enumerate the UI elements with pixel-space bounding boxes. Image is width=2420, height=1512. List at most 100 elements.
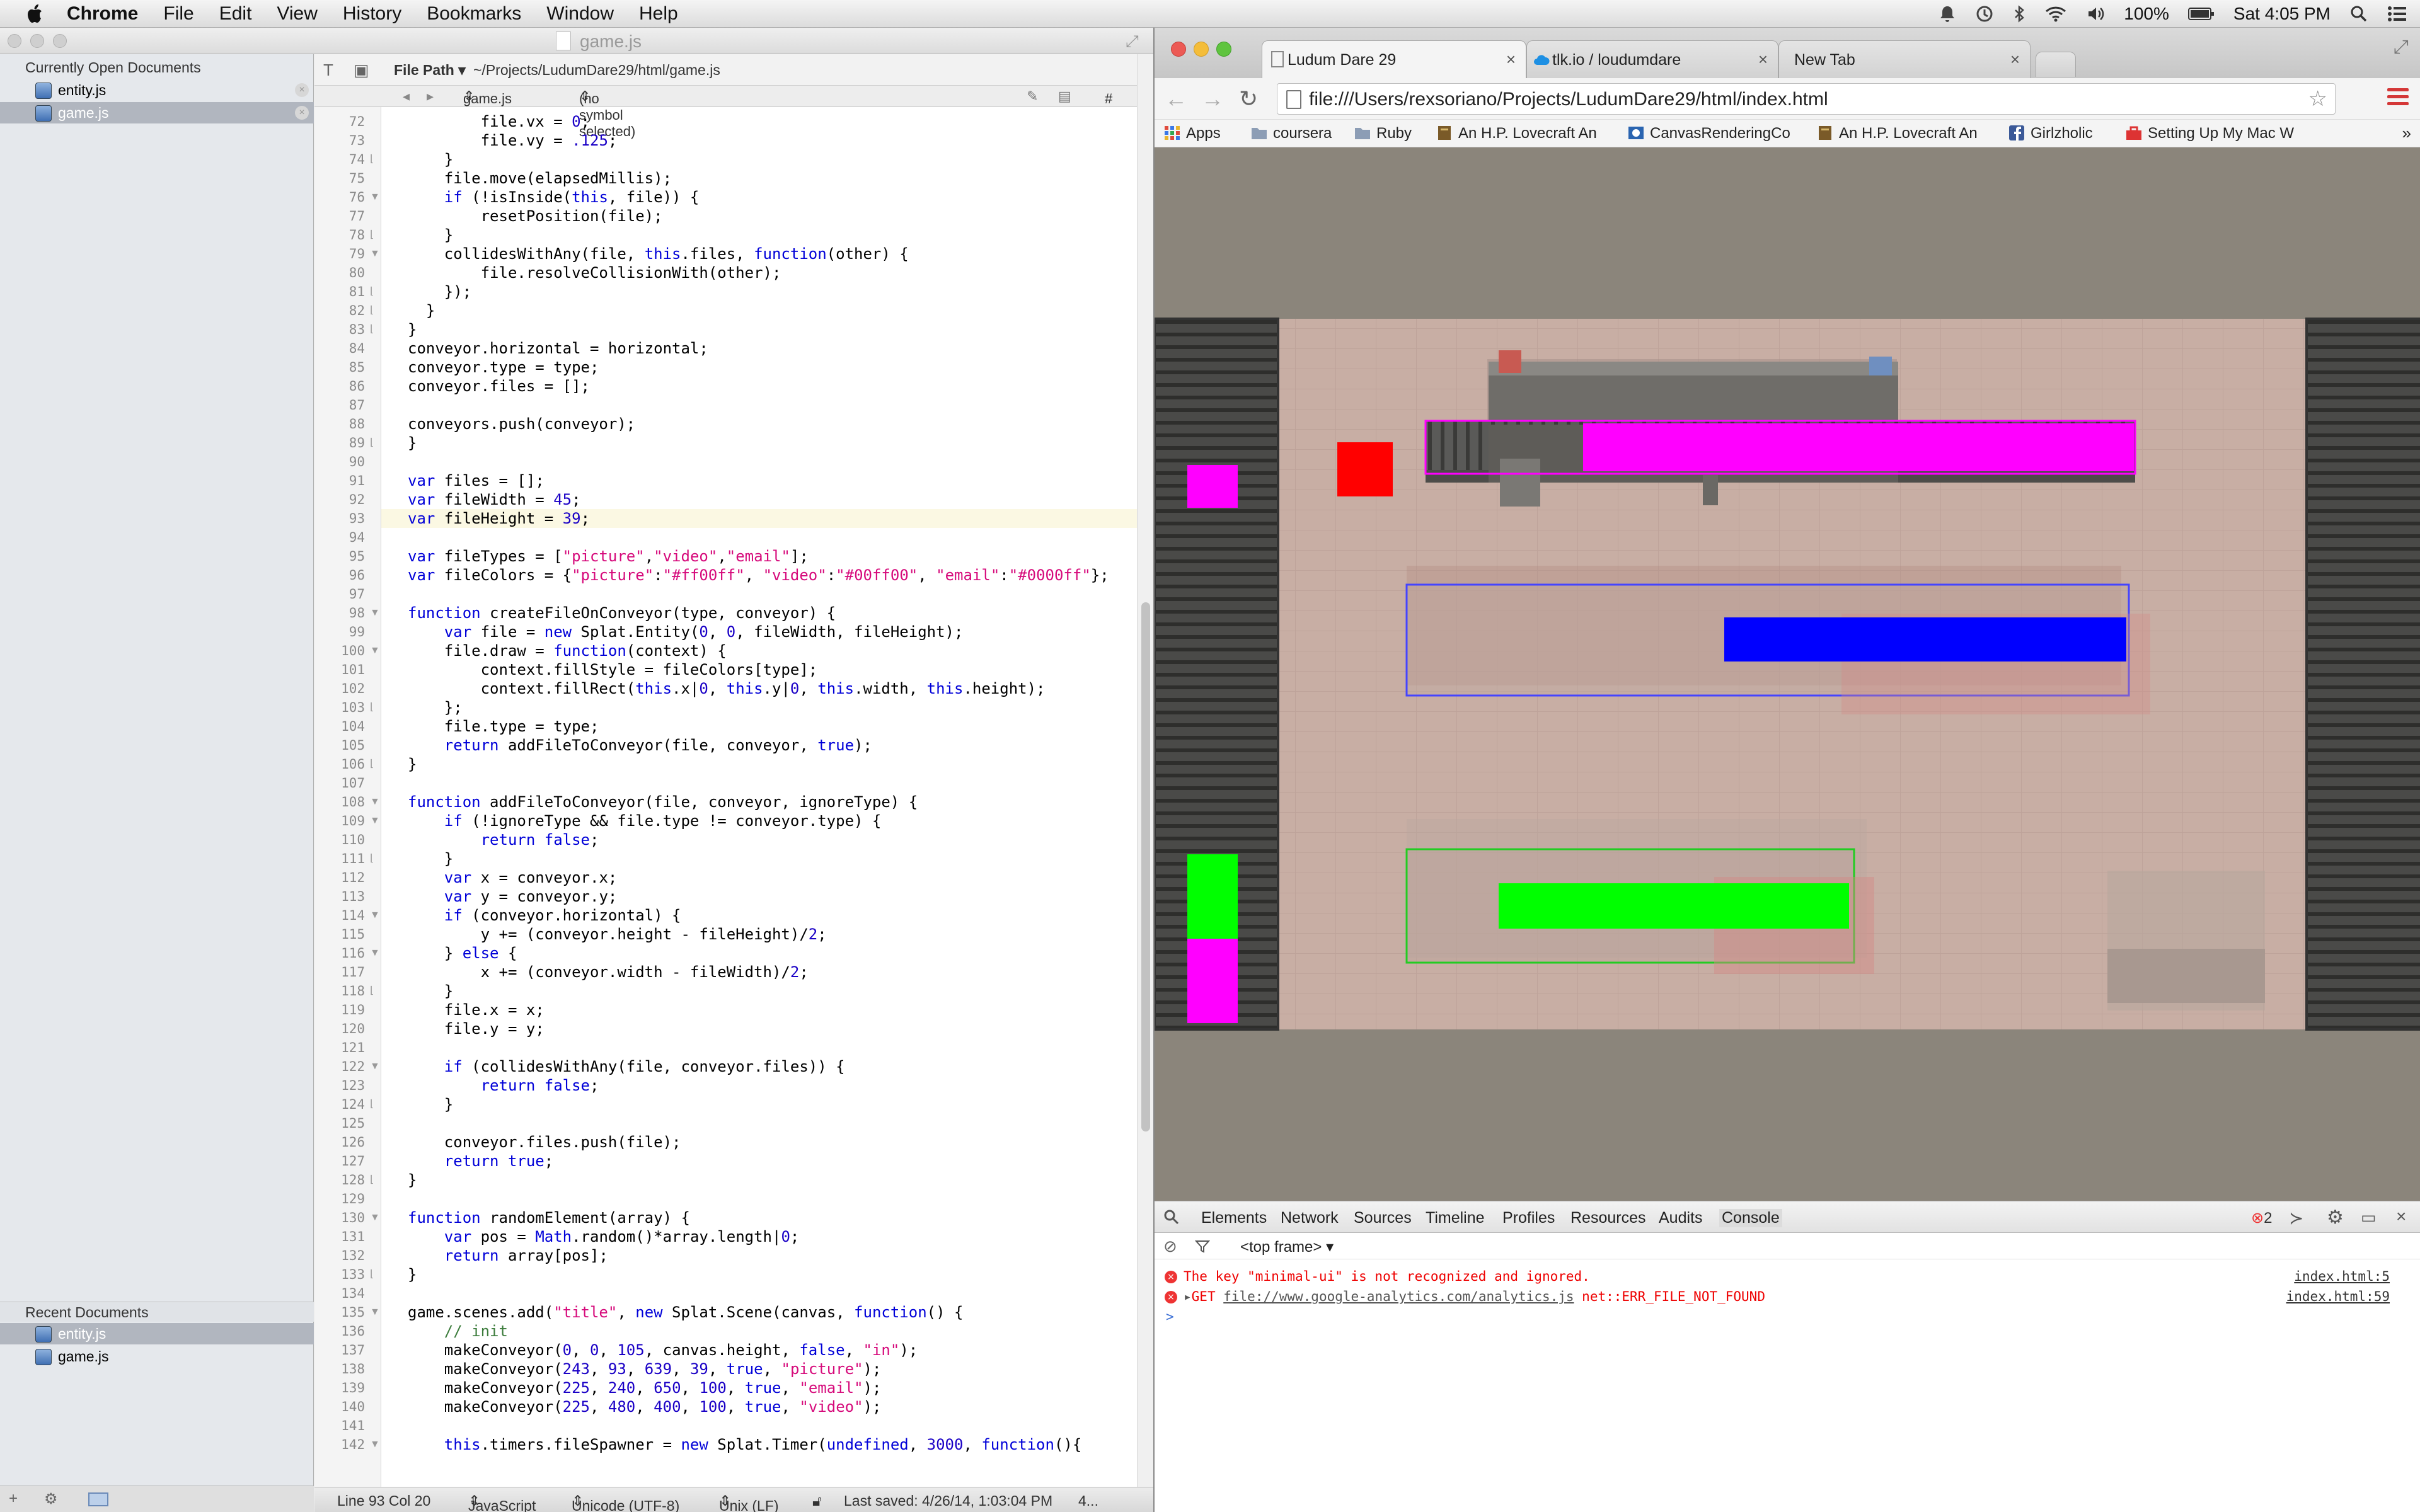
reload-icon[interactable]: ↻ (1239, 86, 1258, 112)
search-icon[interactable] (1163, 1209, 1180, 1225)
frame-selector[interactable]: <top frame> ▾ (1240, 1238, 1334, 1256)
code-line[interactable] (381, 1284, 1137, 1303)
symbol-menu-popup[interactable]: (no symbol selected) ⇕ (579, 88, 635, 139)
devtools-tab-timeline[interactable]: Timeline (1426, 1209, 1485, 1227)
fold-marker-icon[interactable]: ⌊ (370, 226, 379, 244)
code-line[interactable]: function randomElement(array) { (381, 1208, 1137, 1227)
code-line[interactable]: var x = conveyor.x; (381, 868, 1137, 887)
tab-new-tab[interactable]: New Tab × (1778, 40, 2031, 78)
code-line[interactable]: makeConveyor(225, 240, 650, 100, true, "… (381, 1378, 1137, 1397)
tab-ludum-dare[interactable]: Ludum Dare 29 × (1262, 40, 1526, 78)
fold-marker-icon[interactable]: ▼ (370, 793, 380, 811)
code-line[interactable]: return addFileToConveyor(file, conveyor,… (381, 736, 1137, 755)
code-line[interactable] (381, 1114, 1137, 1133)
spotlight-search-icon[interactable] (2349, 4, 2368, 23)
console-message-source[interactable]: index.html:5 (2294, 1267, 2390, 1286)
code-line[interactable]: } (381, 150, 1137, 169)
code-line[interactable] (381, 585, 1137, 604)
menubar-clock[interactable]: Sat 4:05 PM (2233, 4, 2331, 24)
error-counter[interactable]: ⊗2 (2251, 1209, 2272, 1227)
open-doc-entity[interactable]: entity.js × (0, 79, 314, 101)
code-line[interactable]: if (!ignoreType && file.type != conveyor… (381, 811, 1137, 830)
file-menu-popup[interactable]: game.js ⇕ (463, 88, 512, 106)
code-line[interactable]: } (381, 1171, 1137, 1189)
code-line[interactable]: collidesWithAny(file, this.files, functi… (381, 244, 1137, 263)
code-line[interactable]: conveyor.horizontal = horizontal; (381, 339, 1137, 358)
code-line[interactable]: this.timers.fileSpawner = new Splat.Time… (381, 1435, 1137, 1454)
devtools-tab-elements[interactable]: Elements (1201, 1209, 1267, 1227)
code-line[interactable]: makeConveyor(243, 93, 639, 39, true, "pi… (381, 1360, 1137, 1378)
code-line[interactable]: resetPosition(file); (381, 207, 1137, 226)
code-line[interactable]: file.draw = function(context) { (381, 641, 1137, 660)
fold-marker-icon[interactable]: ⌊ (370, 320, 379, 339)
code-line[interactable]: file.move(elapsedMillis); (381, 169, 1137, 188)
bookmark-coursera[interactable]: coursera (1250, 125, 1332, 144)
console-drawer-icon[interactable]: ≻ (2289, 1208, 2303, 1228)
fold-marker-icon[interactable]: ⌊ (370, 849, 379, 868)
fold-marker-icon[interactable]: ⌊ (370, 698, 379, 717)
document-info-icon[interactable]: ▣ (354, 60, 370, 79)
forward-icon[interactable]: → (1201, 86, 1224, 112)
bookmark-icon[interactable]: ▤ (1058, 88, 1071, 105)
fold-marker-icon[interactable]: ▼ (370, 811, 380, 830)
code-line[interactable]: y += (conveyor.height - fileHeight)/2; (381, 925, 1137, 944)
code-line[interactable] (381, 774, 1137, 793)
code-line[interactable]: conveyor.files.push(file); (381, 1133, 1137, 1152)
menu-help[interactable]: Help (639, 3, 678, 25)
fold-marker-icon[interactable]: ▼ (370, 1208, 380, 1227)
notification-center-icon[interactable] (2387, 5, 2407, 23)
devtools-tab-resources[interactable]: Resources (1570, 1209, 1646, 1227)
fold-marker-icon[interactable]: ▼ (370, 1057, 380, 1076)
bluetooth-icon[interactable] (2013, 4, 2025, 23)
code-line[interactable] (381, 1189, 1137, 1208)
dock-icon[interactable]: ▭ (2361, 1208, 2377, 1227)
menu-history[interactable]: History (343, 3, 401, 25)
fold-marker-icon[interactable]: ⌊ (370, 982, 379, 1000)
devtools-tab-sources[interactable]: Sources (1354, 1209, 1412, 1227)
code-line[interactable]: if (conveyor.horizontal) { (381, 906, 1137, 925)
request-url[interactable]: file://www.google-analytics.com/analytic… (1223, 1289, 1574, 1304)
code-line[interactable]: return true; (381, 1152, 1137, 1171)
language-popup[interactable]: JavaScript ⇕ (468, 1492, 536, 1512)
pencil-icon[interactable]: ✎ (1027, 88, 1038, 105)
apple-logo-icon[interactable] (21, 0, 49, 28)
devtools-tab-network[interactable]: Network (1281, 1209, 1339, 1227)
code-line[interactable]: makeConveyor(225, 480, 400, 100, true, "… (381, 1397, 1137, 1416)
code-line[interactable]: if (collidesWithAny(file, conveyor.files… (381, 1057, 1137, 1076)
code-line[interactable]: var fileHeight = 39; (381, 509, 1137, 528)
back-arrow-icon[interactable]: ◂ (403, 88, 410, 105)
devtools-tab-console[interactable]: Console (1719, 1209, 1782, 1227)
zoom-window-button[interactable] (53, 34, 67, 48)
code-line[interactable]: function addFileToConveyor(file, conveyo… (381, 793, 1137, 811)
fold-marker-icon[interactable]: ⌊ (370, 755, 379, 774)
bookmark-ruby[interactable]: Ruby (1354, 125, 1412, 144)
code-line[interactable]: return false; (381, 1076, 1137, 1095)
code-line[interactable]: } (381, 433, 1137, 452)
fullscreen-icon[interactable]: ⤢ (2394, 37, 2409, 58)
bookmark-star-icon[interactable]: ☆ (2308, 86, 2327, 112)
code-line[interactable]: if (!isInside(this, file)) { (381, 188, 1137, 207)
recent-doc-game[interactable]: game.js (0, 1346, 314, 1367)
fold-marker-icon[interactable]: ⌊ (370, 1265, 379, 1284)
code-line[interactable] (381, 528, 1137, 547)
code-line[interactable]: x += (conveyor.width - fileWidth)/2; (381, 963, 1137, 982)
new-tab-button[interactable] (2036, 52, 2076, 77)
close-tab-icon[interactable]: × (2010, 50, 2020, 69)
code-line[interactable]: } else { (381, 944, 1137, 963)
gear-icon[interactable]: ⚙ (2327, 1206, 2344, 1228)
close-doc-icon[interactable]: × (295, 106, 309, 120)
minimize-window-button[interactable] (1194, 42, 1209, 57)
close-doc-icon[interactable]: × (295, 83, 309, 97)
code-line[interactable] (381, 452, 1137, 471)
editor-scrollbar[interactable] (1137, 54, 1153, 1487)
code-lines[interactable]: file.vx = 0; file.vy = .125; } file.move… (381, 107, 1137, 1487)
close-icon[interactable]: × (2396, 1206, 2406, 1227)
file-path-label[interactable]: File Path ▾ (394, 62, 466, 79)
fold-marker-icon[interactable]: ⌊ (370, 433, 379, 452)
menu-edit[interactable]: Edit (219, 3, 252, 25)
wifi-icon[interactable] (2044, 4, 2067, 23)
code-line[interactable]: } (381, 301, 1137, 320)
fold-marker-icon[interactable]: ⌊ (370, 301, 379, 320)
game-canvas[interactable] (1155, 147, 2420, 1201)
fold-marker-icon[interactable]: ▼ (370, 1435, 380, 1454)
